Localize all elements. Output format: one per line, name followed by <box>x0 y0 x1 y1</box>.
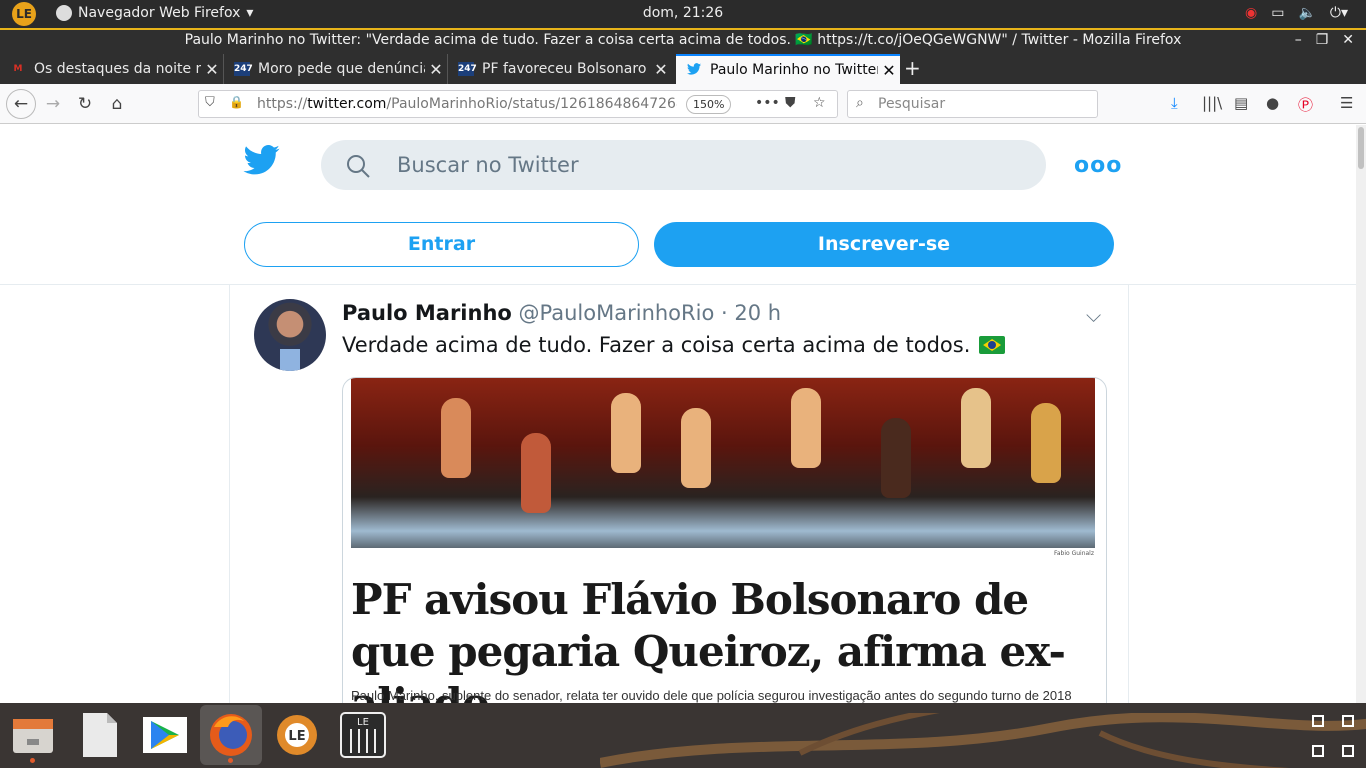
search-placeholder: Pesquisar <box>878 96 946 112</box>
twitter-logo-icon[interactable] <box>243 145 280 179</box>
window-icon[interactable]: ▭ <box>1271 5 1284 21</box>
newspaper-subheadline: Paulo Marinho, suplente do senador, rela… <box>351 688 1072 703</box>
file-manager-icon[interactable] <box>9 711 57 763</box>
window-controls: – ❐ ✕ <box>1295 32 1354 48</box>
gmail-icon: M <box>13 64 23 74</box>
tab-twitter[interactable]: Paulo Marinho no Twitter ✕ <box>676 54 900 84</box>
more-options-icon[interactable]: ooo <box>1074 153 1122 178</box>
taskbar: LE LE <box>0 703 1366 768</box>
lock-icon[interactable]: 🔒 <box>229 95 244 109</box>
back-button[interactable]: ← <box>6 89 36 119</box>
tweet-media-image[interactable]: Fabio Guinalz PF avisou Flávio Bolsonaro… <box>342 377 1107 703</box>
library-icon[interactable]: |||\ <box>1202 94 1222 112</box>
newspaper-headline: PF avisou Flávio Bolsonaro de que pegari… <box>351 575 1066 703</box>
twitter-icon <box>686 63 702 77</box>
author-name[interactable]: Paulo Marinho <box>342 301 512 325</box>
svg-text:LE: LE <box>288 729 305 744</box>
url-text[interactable]: https://twitter.com/PauloMarinhoRio/stat… <box>257 96 677 112</box>
maximize-icon[interactable]: ❐ <box>1316 32 1329 48</box>
news-247-icon: 247 <box>458 62 477 76</box>
tab-close-icon[interactable]: ✕ <box>201 60 223 79</box>
login-button[interactable]: Entrar <box>244 222 639 267</box>
system-tray: ◉ ▭ 🔈 ⏻▾ <box>1245 5 1348 21</box>
home-button[interactable]: ⌂ <box>104 91 130 117</box>
tab-label: Paulo Marinho no Twitter <box>710 62 878 78</box>
new-tab-button[interactable]: + <box>904 56 921 80</box>
firefox-icon[interactable] <box>200 705 262 765</box>
window-title: Paulo Marinho no Twitter: "Verdade acima… <box>184 32 1182 48</box>
scrollbar-thumb[interactable] <box>1358 127 1364 169</box>
navigation-toolbar: ← → ↻ ⌂ ⛉ 🔒 https://twitter.com/PauloMar… <box>0 84 1366 124</box>
tab-bar: M Os destaques da noite no ✕ 247 Moro pe… <box>0 52 1366 84</box>
tab-moro[interactable]: 247 Moro pede que denúncias ✕ <box>224 54 448 84</box>
tab-close-icon[interactable]: ✕ <box>425 60 447 79</box>
tab-label: PF favoreceu Bolsonaro n <box>482 61 650 77</box>
url-bar[interactable]: ⛉ 🔒 https://twitter.com/PauloMarinhoRio/… <box>198 90 838 118</box>
bookmark-star-icon[interactable]: ☆ <box>813 95 826 111</box>
tweet-header: Paulo Marinho @PauloMarinhoRio · 20 h <box>342 301 781 325</box>
tweet-time[interactable]: 20 h <box>734 301 781 325</box>
tab-label: Moro pede que denúncias <box>258 61 425 77</box>
search-placeholder: Buscar no Twitter <box>397 153 579 177</box>
window-titlebar: Paulo Marinho no Twitter: "Verdade acima… <box>0 28 1366 52</box>
twitter-search-input[interactable]: Buscar no Twitter <box>321 140 1046 190</box>
clock[interactable]: dom, 21:26 <box>0 5 1366 21</box>
tracking-shield-icon[interactable]: ⛉ <box>205 95 215 110</box>
search-bar[interactable]: ⌕ Pesquisar <box>847 90 1098 118</box>
tab-gmail[interactable]: M Os destaques da noite no ✕ <box>0 54 224 84</box>
separator-dot: · <box>721 301 728 325</box>
reload-button[interactable]: ↻ <box>72 91 98 117</box>
le-mixer-label: LE <box>357 717 369 728</box>
system-panel: LE Navegador Web Firefox ▾ dom, 21:26 ◉ … <box>0 0 1366 28</box>
signup-button[interactable]: Inscrever-se <box>654 222 1114 267</box>
photo-credit: Fabio Guinalz <box>1053 550 1094 557</box>
play-store-icon[interactable] <box>141 711 189 759</box>
tab-close-icon[interactable]: ✕ <box>878 61 900 80</box>
page-actions-icon[interactable]: ••• <box>755 95 780 111</box>
pocket-icon[interactable]: ⛊ <box>785 95 796 111</box>
screen-record-icon[interactable]: ◉ <box>1245 5 1257 21</box>
author-handle[interactable]: @PauloMarinhoRio <box>519 301 715 325</box>
twitter-page: Buscar no Twitter ooo Entrar Inscrever-s… <box>0 125 1356 703</box>
close-icon[interactable]: ✕ <box>1342 32 1354 48</box>
avatar[interactable] <box>254 299 326 371</box>
downloads-icon[interactable]: ⤓ <box>1171 94 1178 112</box>
account-icon[interactable]: ● <box>1266 94 1279 112</box>
news-247-icon: 247 <box>234 62 253 76</box>
tab-pf[interactable]: 247 PF favoreceu Bolsonaro n ✕ <box>448 54 672 84</box>
le-help-icon[interactable]: LE <box>273 711 321 759</box>
hamburger-menu-icon[interactable]: ☰ <box>1340 94 1353 112</box>
brazil-flag-icon <box>979 336 1006 354</box>
volume-icon[interactable]: 🔈 <box>1298 5 1315 21</box>
power-icon[interactable]: ⏻▾ <box>1330 5 1348 21</box>
sidebar-icon[interactable]: ▤ <box>1234 94 1248 112</box>
search-icon: ⌕ <box>856 95 864 111</box>
chevron-down-icon[interactable]: ⌵ <box>1086 303 1101 327</box>
url-scheme: https:// <box>257 96 308 112</box>
url-path: /PauloMarinhoRio/status/1261864864726859 <box>386 96 677 112</box>
url-host: twitter.com <box>307 96 387 112</box>
tab-label: Os destaques da noite no <box>34 61 201 77</box>
workspace-switcher-icon[interactable] <box>1312 715 1356 759</box>
tweet-text: Verdade acima de tudo. Fazer a coisa cer… <box>342 333 1006 357</box>
zoom-indicator[interactable]: 150% <box>686 95 732 114</box>
forward-button[interactable]: → <box>40 91 66 117</box>
tweet[interactable]: Paulo Marinho @PauloMarinhoRio · 20 h ⌵ … <box>229 285 1129 703</box>
wallpaper-branch <box>600 713 1366 768</box>
tweet-text-content: Verdade acima de tudo. Fazer a coisa cer… <box>342 333 971 357</box>
tab-close-icon[interactable]: ✕ <box>650 60 672 79</box>
newspaper-photo <box>351 378 1095 548</box>
search-icon <box>345 153 371 183</box>
document-viewer-icon[interactable] <box>75 711 123 759</box>
minimize-icon[interactable]: – <box>1295 32 1302 48</box>
le-mixer-icon[interactable]: LE <box>339 711 387 759</box>
page-scrollbar[interactable] <box>1356 125 1366 703</box>
pinterest-icon[interactable]: Ⓟ <box>1298 94 1313 115</box>
